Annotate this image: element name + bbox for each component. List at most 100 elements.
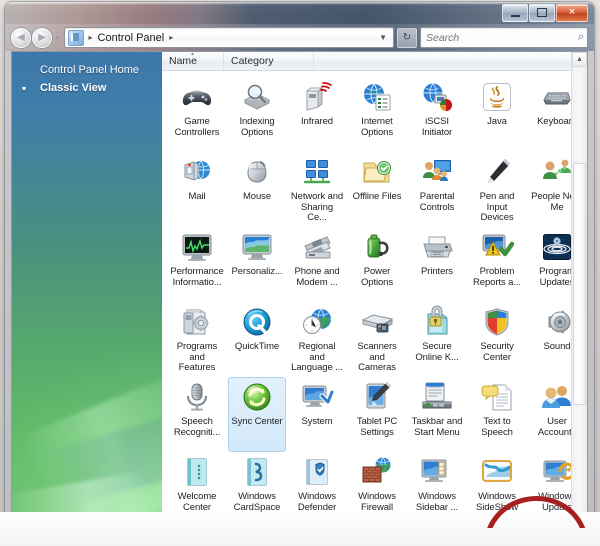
speech-recognition-icon: [180, 380, 214, 414]
control-panel-item-personaliz[interactable]: Personaliz...: [228, 227, 286, 302]
refresh-button[interactable]: ↻: [397, 27, 417, 48]
control-panel-item-label: Speech Recogniti...: [173, 416, 221, 438]
parental-controls-icon: [420, 155, 454, 189]
minimize-icon: [510, 14, 520, 17]
control-panel-item-infrared[interactable]: Infrared: [288, 77, 346, 152]
network-sharing-icon: [300, 155, 334, 189]
icon-grid-row: Programs and Features QuickTime Regional a…: [168, 302, 587, 377]
icon-grid: Game Controllers Indexing Options Infrared…: [162, 71, 587, 528]
control-panel-item-label: Security Center: [480, 341, 514, 363]
control-panel-item-label: Problem Reports a...: [473, 266, 521, 288]
control-panel-item-label: Personaliz...: [231, 266, 283, 277]
scrollbar-track[interactable]: [572, 67, 587, 513]
vertical-scrollbar[interactable]: ▲ ▼: [571, 52, 587, 528]
control-panel-item-speech-recogniti[interactable]: Speech Recogniti...: [168, 377, 226, 452]
address-toolbar: ◀ ▶ ▸ ▸ Control Panel ▸ ▼ ↻ ⌕: [5, 24, 594, 51]
search-icon: ⌕: [577, 31, 584, 43]
nav-separator: ▸: [56, 32, 61, 42]
control-panel-item-sync-center[interactable]: Sync Center: [228, 377, 286, 452]
control-panel-item-indexing-options[interactable]: Indexing Options: [228, 77, 286, 152]
scroll-up-button[interactable]: ▲: [572, 52, 587, 67]
control-panel-item-power-options[interactable]: Power Options: [348, 227, 406, 302]
control-panel-item-windows-defender[interactable]: Windows Defender: [288, 452, 346, 527]
firewall-icon: [360, 455, 394, 489]
welcome-center-icon: [180, 455, 214, 489]
control-panel-item-java[interactable]: Java: [468, 77, 526, 152]
control-panel-item-label: Mail: [188, 191, 206, 202]
sidebar-item-control-panel-home[interactable]: Control Panel Home: [12, 61, 162, 79]
aurora-glow-1: [12, 338, 162, 528]
address-bar[interactable]: ▸ Control Panel ▸ ▼: [63, 27, 394, 48]
control-panel-item-windows-firewall[interactable]: Windows Firewall: [348, 452, 406, 527]
power-options-icon: [360, 230, 394, 264]
breadcrumb-arrow-trailing[interactable]: ▸: [167, 33, 175, 42]
control-panel-item-windows-sideshow[interactable]: Windows SideShow: [468, 452, 526, 527]
control-panel-item-parental-controls[interactable]: Parental Controls: [408, 152, 466, 227]
control-panel-item-security-center[interactable]: Security Center: [468, 302, 526, 377]
scroll-down-button[interactable]: ▼: [572, 513, 587, 528]
sidebar-item-label-home: Control Panel Home: [40, 64, 140, 76]
control-panel-item-tablet-pc-settings[interactable]: Tablet PC Settings: [348, 377, 406, 452]
control-panel-item-windows-sidebar[interactable]: Windows Sidebar ...: [408, 452, 466, 527]
column-header-row: Name Category: [162, 52, 587, 71]
tasks-sidebar: Control Panel Home ▪ Classic View: [12, 52, 162, 528]
control-panel-item-iscsi-initiator[interactable]: iSCSI Initiator: [408, 77, 466, 152]
regional-language-icon: [300, 305, 334, 339]
aurora-streak-1: [16, 366, 162, 528]
control-panel-item-problem-reports-a[interactable]: Problem Reports a...: [468, 227, 526, 302]
iscsi-icon: [420, 80, 454, 114]
control-panel-item-text-to-speech[interactable]: Text to Speech: [468, 377, 526, 452]
search-box[interactable]: ⌕: [420, 27, 588, 48]
icon-grid-row: Welcome Center Windows CardSpace Windows D…: [168, 452, 587, 527]
forward-button[interactable]: ▶: [32, 27, 52, 48]
control-panel-item-quicktime[interactable]: QuickTime: [228, 302, 286, 377]
column-header-name[interactable]: Name: [162, 52, 224, 70]
control-panel-item-secure-online-k[interactable]: Secure Online K...: [408, 302, 466, 377]
control-panel-item-taskbar-and-start-menu[interactable]: Taskbar and Start Menu: [408, 377, 466, 452]
sidebar-item-classic-view[interactable]: ▪ Classic View: [12, 79, 162, 97]
control-panel-item-printers[interactable]: Printers: [408, 227, 466, 302]
close-button[interactable]: ✕: [556, 3, 588, 22]
control-panel-item-label: Secure Online K...: [415, 341, 459, 363]
infrared-icon: [300, 80, 334, 114]
control-panel-item-welcome-center[interactable]: Welcome Center: [168, 452, 226, 527]
control-panel-item-programs-and-features[interactable]: Programs and Features: [168, 302, 226, 377]
control-panel-item-offline-files[interactable]: Offline Files: [348, 152, 406, 227]
control-panel-item-scanners-and-cameras[interactable]: Scanners and Cameras: [348, 302, 406, 377]
control-panel-item-regional-and-language[interactable]: Regional and Language ...: [288, 302, 346, 377]
back-button[interactable]: ◀: [11, 27, 31, 48]
scrollbar-thumb[interactable]: [573, 163, 586, 405]
window-titlebar: ✕: [5, 2, 594, 25]
control-panel-item-pen-and-input-devices[interactable]: Pen and Input Devices: [468, 152, 526, 227]
control-panel-item-mail[interactable]: Mail: [168, 152, 226, 227]
control-panel-item-internet-options[interactable]: Internet Options: [348, 77, 406, 152]
icon-grid-row: Performance Informatio... Personaliz... Ph…: [168, 227, 587, 302]
control-panel-item-network-and-sharing-ce[interactable]: Network and Sharing Ce...: [288, 152, 346, 227]
control-panel-item-label: Infrared: [301, 116, 333, 127]
control-panel-item-system[interactable]: System: [288, 377, 346, 452]
back-icon: ◀: [17, 32, 25, 43]
control-panel-item-label: Sound: [543, 341, 571, 352]
control-panel-item-phone-and-modem[interactable]: Phone and Modem ...: [288, 227, 346, 302]
control-panel-item-label: Performance Informatio...: [170, 266, 224, 288]
control-panel-item-windows-cardspace[interactable]: Windows CardSpace: [228, 452, 286, 527]
maximize-button[interactable]: [529, 3, 555, 22]
control-panel-item-label: Programs and Features: [176, 341, 218, 373]
control-panel-item-game-controllers[interactable]: Game Controllers: [168, 77, 226, 152]
address-dropdown-icon[interactable]: ▼: [375, 33, 391, 42]
sidebar-item-label-classic: Classic View: [40, 82, 107, 94]
sideshow-icon: [480, 455, 514, 489]
search-input[interactable]: [424, 30, 576, 45]
control-panel-item-mouse[interactable]: Mouse: [228, 152, 286, 227]
control-panel-item-label: Parental Controls: [419, 191, 455, 213]
control-panel-item-label: Game Controllers: [174, 116, 220, 138]
windows-update-icon: [540, 455, 576, 489]
column-header-category[interactable]: Category: [224, 52, 314, 70]
minimize-button[interactable]: [502, 3, 528, 22]
mail-icon: [180, 155, 214, 189]
control-panel-item-performance-informatio[interactable]: Performance Informatio...: [168, 227, 226, 302]
problem-reports-icon: [480, 230, 515, 264]
tablet-pc-icon: [360, 380, 394, 414]
breadcrumb-item-control-panel[interactable]: Control Panel: [95, 31, 168, 45]
control-panel-item-label: Network and Sharing Ce...: [290, 191, 344, 223]
